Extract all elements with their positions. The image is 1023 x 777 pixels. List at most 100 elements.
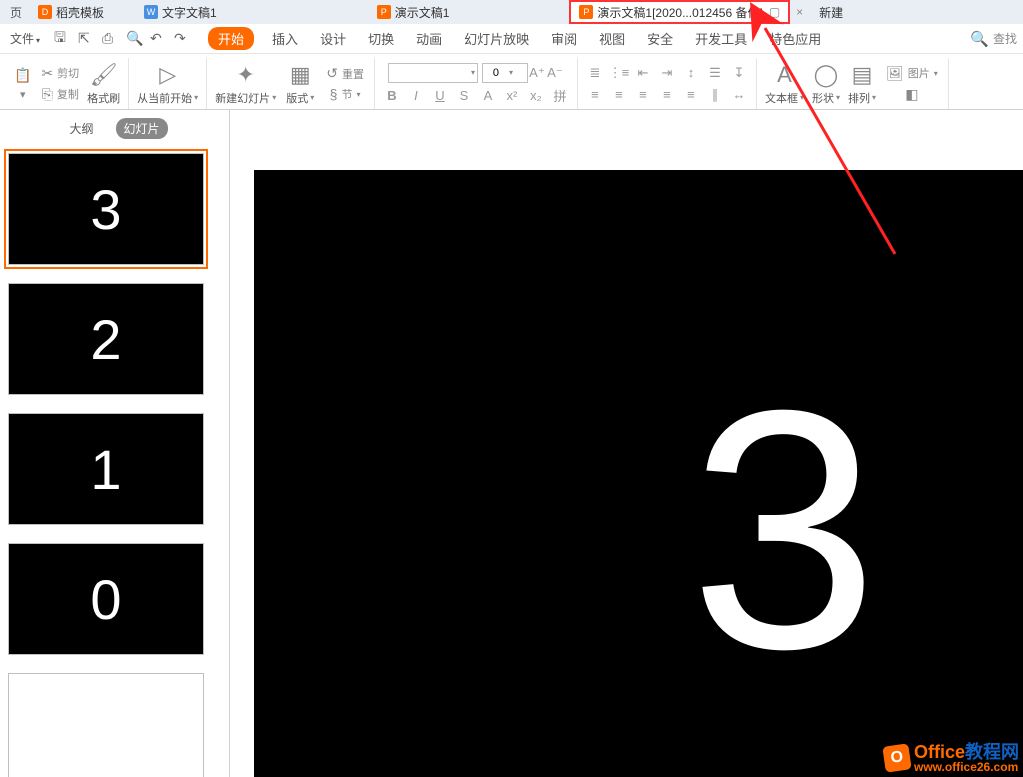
slide-thumb-2[interactable]: 2 bbox=[8, 283, 204, 395]
tab-review[interactable]: 审阅 bbox=[547, 27, 581, 50]
new-tab[interactable]: 新建 bbox=[809, 0, 853, 24]
tab-devtools[interactable]: 开发工具 bbox=[691, 27, 751, 50]
arrange-button[interactable]: ▤ 排列▾ bbox=[848, 62, 876, 106]
indent-dec-button[interactable]: ⇤ bbox=[634, 64, 652, 82]
paste-button[interactable]: 📋 bbox=[12, 66, 33, 85]
tab-label: 稻壳模板 bbox=[56, 4, 104, 21]
file-menu-label: 文件 bbox=[10, 32, 34, 46]
tab-insert[interactable]: 插入 bbox=[268, 27, 302, 50]
presenter-icon: ▢ bbox=[769, 5, 780, 19]
highlight-button[interactable]: A bbox=[479, 87, 497, 105]
quick-styles-button[interactable]: ◧ bbox=[903, 85, 920, 104]
undo-icon[interactable]: ↶ bbox=[150, 30, 166, 47]
tab-ppt-backup-active[interactable]: P 演示文稿1[2020...012456 备份] ▢ bbox=[569, 0, 790, 24]
align-left-button[interactable]: ≡ bbox=[586, 86, 604, 104]
textbox-button[interactable]: A 文本框▾ bbox=[765, 62, 804, 106]
slide-text: 3 bbox=[689, 335, 878, 726]
work-area: 大纲 幻灯片 3 2 1 0 3 bbox=[0, 110, 1023, 777]
close-tab-icon[interactable]: × bbox=[790, 5, 809, 19]
tab-label: 文字文稿1 bbox=[162, 4, 217, 21]
tab-label: 演示文稿1[2020...012456 备份] bbox=[597, 4, 762, 21]
bullets-button[interactable]: ≣ bbox=[586, 64, 604, 82]
redo-icon[interactable]: ↷ bbox=[174, 30, 190, 47]
format-painter-icon: 🖌 bbox=[90, 62, 118, 88]
ribbon: 📋 ▾ ✂剪切 ⎘复制 🖌 格式刷 ▷ 从当前开始▾ ✦ 新建幻灯片▾ ▦ 版式… bbox=[0, 54, 1023, 110]
shapes-button[interactable]: ◯ 形状▾ bbox=[812, 62, 840, 106]
tab-start[interactable]: 开始 bbox=[208, 27, 254, 50]
textdir-button[interactable]: ↧ bbox=[730, 64, 748, 82]
save-icon[interactable]: 🖫 bbox=[54, 27, 70, 51]
search-icon: 🔍 bbox=[970, 30, 989, 48]
new-slide-button[interactable]: ✦ 新建幻灯片▾ bbox=[215, 62, 276, 106]
linespacing-button[interactable]: ↕ bbox=[682, 64, 700, 82]
ribbon-tabs: 开始 插入 设计 切换 动画 幻灯片放映 审阅 视图 安全 开发工具 特色应用 bbox=[208, 27, 825, 50]
copy-button[interactable]: ⎘复制 bbox=[40, 85, 81, 104]
slides-tab[interactable]: 幻灯片 bbox=[116, 118, 168, 139]
phonetic-button[interactable]: 拼 bbox=[551, 87, 569, 105]
italic-button[interactable]: I bbox=[407, 87, 425, 105]
indent-inc-button[interactable]: ⇥ bbox=[658, 64, 676, 82]
paste-drop[interactable]: ▾ bbox=[18, 87, 28, 102]
shapes-icon: ◯ bbox=[814, 62, 839, 88]
tab-ppt1[interactable]: P 演示文稿1 bbox=[367, 0, 460, 24]
increase-font-icon[interactable]: A⁺ bbox=[528, 64, 546, 82]
format-painter-button[interactable]: 🖌 格式刷 bbox=[87, 62, 120, 106]
layout-button[interactable]: ▦ 版式▾ bbox=[286, 62, 314, 106]
outline-tab[interactable]: 大纲 bbox=[61, 118, 101, 139]
new-slide-icon: ✦ bbox=[236, 62, 254, 88]
export-icon[interactable]: ⇱ bbox=[78, 30, 94, 47]
align-right-button[interactable]: ≡ bbox=[634, 86, 652, 104]
bold-button[interactable]: B bbox=[383, 87, 401, 105]
home-tab[interactable]: 页 bbox=[0, 0, 28, 24]
tab-label: 演示文稿1 bbox=[395, 4, 450, 21]
tab-label: 新建 bbox=[819, 4, 843, 21]
align-button[interactable]: ☰ bbox=[706, 64, 724, 82]
slide-thumbnails: 3 2 1 0 bbox=[0, 147, 229, 777]
tab-view[interactable]: 视图 bbox=[595, 27, 629, 50]
font-size-input[interactable] bbox=[483, 67, 509, 79]
arrange-icon: ▤ bbox=[852, 62, 873, 88]
picture-button[interactable]: 🖼图片▾ bbox=[884, 64, 940, 83]
align-center-button[interactable]: ≡ bbox=[610, 86, 628, 104]
underline-button[interactable]: U bbox=[431, 87, 449, 105]
columns-button[interactable]: ∥ bbox=[706, 86, 724, 104]
tab-animation[interactable]: 动画 bbox=[412, 27, 446, 50]
print-icon[interactable]: ⎙ bbox=[102, 30, 118, 47]
tab-templates[interactable]: D 稻壳模板 bbox=[28, 0, 114, 24]
font-family-select[interactable]: ▾ bbox=[388, 63, 478, 83]
tab-doc1[interactable]: W 文字文稿1 bbox=[134, 0, 227, 24]
cut-button[interactable]: ✂剪切 bbox=[39, 64, 81, 83]
slide-thumb-5[interactable] bbox=[8, 673, 204, 777]
ppt-doc-icon: P bbox=[579, 5, 593, 19]
tab-slideshow[interactable]: 幻灯片放映 bbox=[460, 27, 533, 50]
font-size-select[interactable]: ▾ bbox=[482, 63, 528, 83]
reset-button[interactable]: ↺重置 bbox=[324, 64, 366, 83]
textbox-icon: A bbox=[777, 62, 792, 88]
tab-design[interactable]: 设计 bbox=[316, 27, 350, 50]
slide-thumb-1[interactable]: 3 bbox=[8, 153, 204, 265]
justify-button[interactable]: ≡ bbox=[658, 86, 676, 104]
strike-button[interactable]: S bbox=[455, 87, 473, 105]
word-doc-icon: W bbox=[144, 5, 158, 19]
play-from-current-button[interactable]: ▷ 从当前开始▾ bbox=[137, 62, 198, 106]
section-button[interactable]: §节▾ bbox=[328, 85, 363, 103]
numbering-button[interactable]: ⋮≡ bbox=[610, 64, 628, 82]
subscript-button[interactable]: x₂ bbox=[527, 87, 545, 105]
superscript-button[interactable]: x² bbox=[503, 87, 521, 105]
spacing-button[interactable]: ↔ bbox=[730, 86, 748, 104]
current-slide[interactable]: 3 bbox=[254, 170, 1023, 777]
tab-transition[interactable]: 切换 bbox=[364, 27, 398, 50]
decrease-font-icon[interactable]: A⁻ bbox=[546, 64, 564, 82]
document-tabs-bar: 页 D 稻壳模板 W 文字文稿1 P 演示文稿1 P 演示文稿1[2020...… bbox=[0, 0, 1023, 24]
preview-icon[interactable]: 🔍 bbox=[126, 30, 142, 47]
find-button[interactable]: 🔍 查找 bbox=[970, 30, 1017, 48]
canvas[interactable]: 3 bbox=[230, 110, 1023, 777]
slide-thumb-4[interactable]: 0 bbox=[8, 543, 204, 655]
slide-thumb-3[interactable]: 1 bbox=[8, 413, 204, 525]
template-icon: D bbox=[38, 5, 52, 19]
distribute-button[interactable]: ≡ bbox=[682, 86, 700, 104]
file-menu[interactable]: 文件▾ bbox=[6, 30, 44, 47]
tab-special[interactable]: 特色应用 bbox=[765, 27, 825, 50]
slide-panel: 大纲 幻灯片 3 2 1 0 bbox=[0, 110, 230, 777]
tab-security[interactable]: 安全 bbox=[643, 27, 677, 50]
